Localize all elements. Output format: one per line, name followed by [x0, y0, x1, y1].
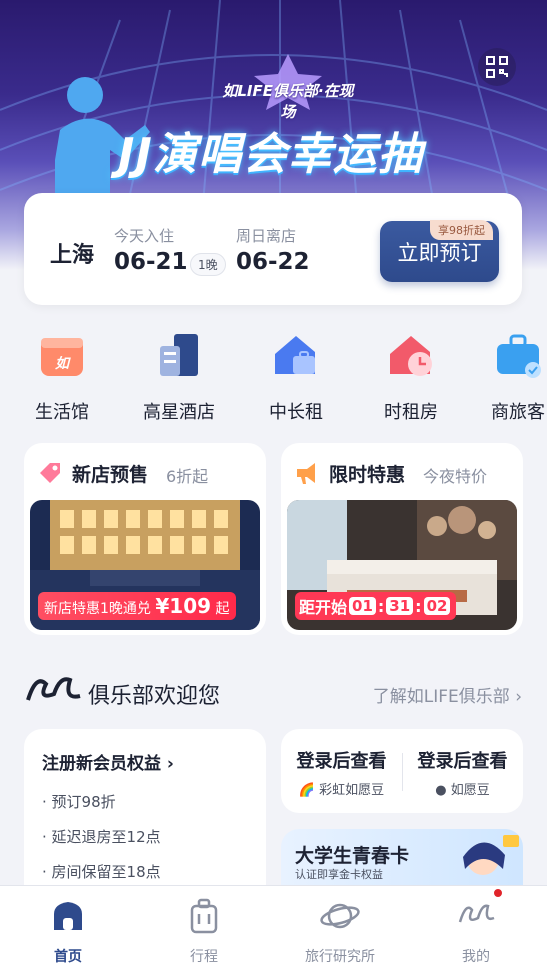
flash-sale-title: 限时特惠: [329, 464, 406, 486]
hotel-photo: 新店特惠1晚通兑 ¥109 起: [30, 500, 260, 630]
wish-points-label: ● 如愿豆: [402, 779, 523, 798]
tab-label: 旅行研究所: [305, 949, 375, 965]
new-store-card[interactable]: 新店预售 6折起 新店特惠1晚通兑 ¥109 起: [24, 443, 266, 635]
category-long-rent[interactable]: 中长租: [246, 330, 346, 424]
student-card-subtitle: 认证即享金卡权益: [295, 868, 383, 881]
login-prompt: 登录后查看: [417, 751, 508, 772]
chevron-right-icon: ›: [515, 687, 522, 707]
rainbow-points-text: 彩虹如愿豆: [319, 783, 385, 798]
tab-label: 首页: [54, 949, 82, 965]
countdown-timer: 距开始 01: 31: 02: [295, 592, 457, 620]
checkin-date[interactable]: 06-21: [114, 249, 188, 275]
wish-points[interactable]: 登录后查看 ● 如愿豆: [402, 747, 523, 798]
login-points-card[interactable]: 登录后查看 🌈 彩虹如愿豆 登录后查看 ● 如愿豆: [281, 729, 523, 813]
category-label: 中长租: [269, 402, 323, 423]
flash-sale-subtitle: 今夜特价: [423, 467, 488, 486]
category-label: 商旅客: [491, 402, 545, 423]
notification-dot: [493, 888, 503, 898]
new-store-title: 新店预售: [72, 464, 149, 486]
tab-home[interactable]: 首页: [0, 896, 136, 966]
city-selector[interactable]: 上海: [50, 237, 94, 269]
club-header: 俱乐部欢迎您 了解如LIFE俱乐部 ›: [24, 670, 524, 712]
login-prompt: 登录后查看: [296, 751, 387, 772]
rulife-logo-icon: [26, 677, 81, 701]
new-store-subtitle: 6折起: [166, 467, 209, 486]
bean-icon: ●: [435, 783, 447, 798]
rainbow-points-label: 🌈 彩虹如愿豆: [281, 779, 402, 798]
checkin-label: 今天入住: [114, 227, 175, 245]
countdown-label: 距开始: [299, 598, 348, 617]
discount-badge: 享98折起: [430, 220, 493, 240]
member-benefits-card[interactable]: 注册新会员权益 › · 预订98折 · 延迟退房至12点 · 房间保留至18点: [24, 729, 266, 909]
category-row: 如 生活馆 高星酒店 中长租 时租房 商旅客: [0, 330, 547, 423]
life-hall-icon: 如: [41, 338, 83, 376]
banner-title: JJ演唱会幸运抽: [118, 129, 423, 180]
scan-icon: [486, 56, 508, 78]
member-title-text: 注册新会员权益: [42, 754, 161, 774]
price-suffix: 起: [215, 601, 230, 617]
tab-label: 我的: [462, 949, 490, 965]
member-benefits-title: 注册新会员权益 ›: [42, 749, 174, 774]
bottom-tab-bar: 首页 行程 旅行研究所 我的: [0, 885, 547, 970]
hotel-building-icon: [160, 334, 198, 376]
svg-text:如: 如: [55, 355, 71, 372]
student-card-title: 大学生青春卡: [295, 845, 410, 867]
planet-icon: [320, 903, 360, 929]
category-label: 高星酒店: [143, 402, 215, 423]
tab-label: 行程: [190, 949, 218, 965]
flash-sale-card[interactable]: 限时特惠 今夜特价 距开始 01: 31: 02: [281, 443, 523, 635]
tag-icon: [40, 463, 60, 483]
category-life-hall[interactable]: 如 生活馆: [12, 330, 112, 424]
home-icon: [54, 902, 82, 930]
category-hotel[interactable]: 高星酒店: [129, 330, 229, 424]
banner-logo: 如LIFE俱乐部·在现场: [218, 52, 358, 121]
megaphone-icon: [297, 463, 315, 484]
benefit-item: · 延迟退房至12点: [42, 828, 161, 846]
price-value: ¥109: [155, 594, 212, 618]
rainbow-bean-icon: 🌈: [298, 783, 316, 798]
scan-button[interactable]: [478, 48, 516, 86]
category-label: 时租房: [384, 402, 438, 423]
benefit-item: · 预订98折: [42, 793, 116, 811]
category-hourly[interactable]: 时租房: [361, 330, 461, 424]
tab-profile[interactable]: 我的: [408, 896, 544, 966]
category-business[interactable]: 商旅客: [468, 330, 547, 424]
chevron-right-icon: ›: [166, 754, 174, 774]
club-title: 俱乐部欢迎您: [88, 684, 221, 709]
tab-trips[interactable]: 行程: [136, 896, 272, 966]
wish-points-text: 如愿豆: [450, 783, 490, 798]
profile-logo-icon: [458, 904, 495, 923]
club-link-text: 了解如LIFE俱乐部: [372, 687, 510, 707]
banner-logo-text: 如LIFE俱乐部·在现场: [222, 82, 354, 121]
luggage-icon: [190, 898, 218, 934]
countdown-seconds: 02: [423, 597, 451, 615]
category-label: 生活馆: [35, 402, 89, 423]
house-clock-icon: [390, 336, 432, 376]
briefcase-icon: [497, 334, 541, 378]
club-learn-more-link[interactable]: 了解如LIFE俱乐部 ›: [373, 682, 522, 707]
booking-card: 上海 今天入住 06-21 1晚 周日离店 06-22 立即预订 享98折起: [24, 193, 522, 305]
rainbow-points[interactable]: 登录后查看 🌈 彩虹如愿豆: [281, 747, 402, 798]
countdown-hours: 01: [349, 597, 376, 615]
benefit-item: · 房间保留至18点: [42, 863, 161, 881]
house-bag-icon: [275, 336, 315, 374]
countdown-minutes: 31: [386, 597, 414, 615]
checkout-date[interactable]: 06-22: [236, 249, 310, 275]
checkout-label: 周日离店: [236, 227, 297, 245]
price-tag-text: 新店特惠1晚通兑: [44, 601, 151, 617]
tab-travel-lab[interactable]: 旅行研究所: [272, 896, 408, 966]
nights-badge: 1晚: [190, 253, 226, 276]
room-photo: 距开始 01: 31: 02: [287, 500, 517, 630]
new-store-price-tag: 新店特惠1晚通兑 ¥109 起: [38, 592, 236, 620]
